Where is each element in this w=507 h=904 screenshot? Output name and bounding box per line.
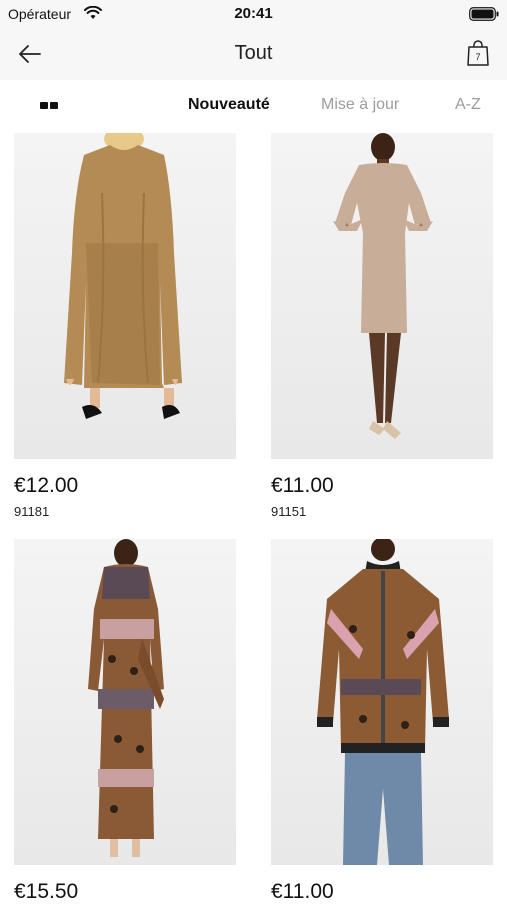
tab-nouveaute[interactable]: Nouveauté (188, 96, 270, 114)
grid-view-icon (40, 102, 48, 109)
tab-a-z[interactable]: A-Z (455, 96, 481, 114)
product-image[interactable] (271, 539, 493, 865)
tab-mise-a-jour[interactable]: Mise à jour (321, 96, 399, 114)
product-price: €12.00 (14, 474, 79, 497)
product-price: €11.00 (271, 474, 334, 497)
product-sku: 91181 (14, 504, 50, 519)
product-price: €11.00 (271, 880, 334, 903)
status-bar: Opérateur 20:41 (0, 0, 507, 28)
product-sku: 91151 (271, 504, 307, 519)
sort-bar: Nouveauté Mise à jour A-Z (0, 80, 507, 132)
product-image[interactable] (271, 133, 493, 459)
cart-count-badge: 7 (475, 52, 481, 62)
product-price: €15.50 (14, 880, 79, 903)
product-image[interactable] (14, 539, 236, 865)
back-button[interactable] (14, 38, 46, 70)
arrow-left-icon (19, 45, 41, 63)
cart-button[interactable]: 7 (465, 39, 491, 69)
status-time: 20:41 (234, 5, 273, 22)
navigation-bar: Tout 7 (0, 28, 507, 80)
battery-icon (469, 7, 499, 21)
page-title: Tout (234, 42, 273, 64)
product-image[interactable] (14, 133, 236, 459)
grid-view-toggle[interactable] (38, 100, 62, 112)
grid-view-icon (50, 102, 58, 109)
